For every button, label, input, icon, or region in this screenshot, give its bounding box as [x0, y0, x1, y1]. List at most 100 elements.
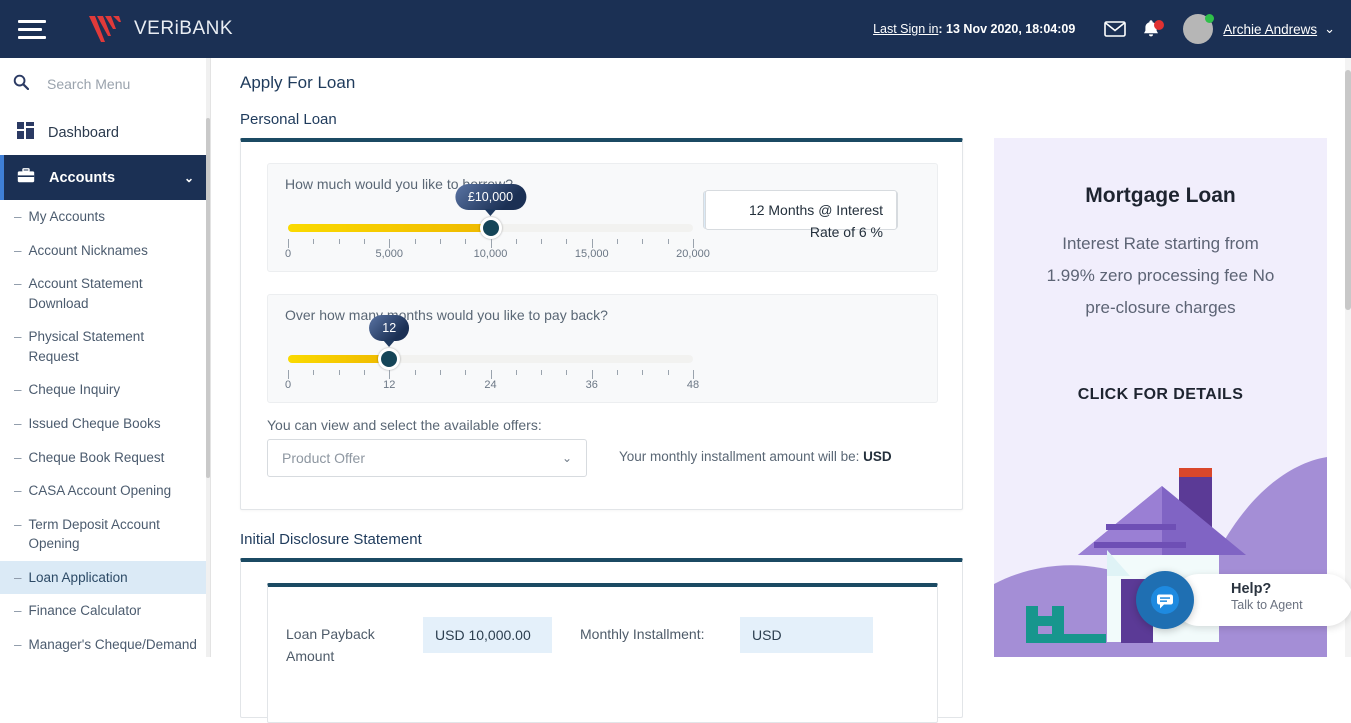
hamburger-line [18, 27, 42, 31]
sidebar-item-account-nicknames[interactable]: – Account Nicknames [0, 234, 210, 268]
sidebar-item-label: My Accounts [28, 209, 106, 224]
slider-major-tick [288, 370, 289, 379]
slider-handle[interactable] [378, 348, 401, 370]
slider-minor-tick [414, 370, 416, 375]
promo-title: Mortgage Loan [1085, 184, 1236, 207]
slider-major-tick [389, 239, 391, 248]
chevron-down-icon[interactable]: ⌄ [562, 451, 572, 465]
chat-help-subtitle: Talk to Agent [1231, 598, 1303, 612]
slider-tick-labels: 0 12 24 36 48 [285, 379, 699, 393]
bullet-dash-icon: – [14, 449, 22, 465]
notification-badge [1154, 20, 1165, 30]
slider-minor-tick [667, 239, 669, 244]
chat-help-pill[interactable]: Help? Talk to Agent [1173, 574, 1351, 626]
slider-minor-tick [439, 370, 441, 375]
sidebar-item-accounts[interactable]: Accounts ⌄ [0, 155, 210, 200]
sidebar-item-loan-application[interactable]: – Loan Application [0, 560, 210, 595]
slider-minor-tick [363, 239, 365, 244]
monthly-installment-prefix: Your monthly installment amount will be: [619, 449, 864, 464]
slider-tick-label: 24 [484, 379, 497, 391]
sidebar-item-dashboard[interactable]: Dashboard [0, 110, 210, 155]
search-icon[interactable] [13, 74, 30, 95]
sidebar-item-label: Finance Calculator [28, 603, 142, 619]
slider-minor-tick [313, 239, 315, 244]
last-signin-label: Last Sign in [873, 22, 939, 36]
username-label[interactable]: Archie Andrews [1223, 22, 1317, 37]
sidebar-item-account-statement-download[interactable]: – Account Statement Download [0, 267, 210, 320]
slider-minor-tick [338, 370, 340, 375]
monthly-installment-label: Monthly Installment: [580, 626, 705, 642]
slider-major-tick [389, 370, 391, 379]
months-interest-summary: 12 Months @ Interest Rate of 6 % [705, 190, 897, 240]
slider-tick-label: 0 [284, 248, 292, 260]
slider-minor-tick [439, 239, 441, 244]
sidebar-item-label: CASA Account Opening [28, 483, 172, 499]
initial-disclosure-inner-card: Loan Payback Amount USD 10,000.00 Monthl… [267, 583, 938, 723]
slider-tick-label: 5,000 [375, 248, 404, 260]
bullet-dash-icon: – [14, 516, 22, 532]
sidebar-item-term-deposit-account-opening[interactable]: – Term Deposit Account Opening [0, 508, 210, 561]
sidebar-item-my-accounts[interactable]: – My Accounts [0, 200, 210, 234]
header-right-cluster: Last Sign in: 13 Nov 2020, 18:04:09 Arch… [873, 11, 1351, 47]
sidebar-submenu: – My Accounts – Account Nicknames – Account S… [0, 200, 210, 657]
bullet-dash-icon: – [14, 242, 22, 258]
avatar-online-status-dot [1205, 14, 1215, 23]
chat-help-title: Help? [1231, 581, 1272, 597]
months-interest-line1: 12 Months @ Interest [748, 202, 883, 218]
sidebar-scrollbar-thumb[interactable] [206, 118, 210, 478]
hamburger-menu-icon[interactable] [18, 18, 46, 40]
page-title: Apply For Loan [240, 73, 356, 92]
brand-logo[interactable]: VERiBANK [89, 15, 233, 43]
sidebar-item-label: Account Statement Download [28, 276, 143, 311]
product-offer-selected-value: Product Offer [282, 450, 366, 466]
bullet-dash-icon: – [14, 276, 22, 292]
loan-payback-amount-label: Loan Payback Amount [286, 626, 375, 664]
slider-track-fill [288, 355, 390, 363]
sidebar-item-label: Loan Application [28, 569, 128, 585]
sidebar-item-casa-account-opening[interactable]: – CASA Account Opening [0, 474, 210, 508]
bullet-dash-icon: – [14, 329, 22, 345]
slider-tick-label: 20,000 [676, 248, 710, 260]
notification-bell-icon[interactable] [1133, 11, 1169, 47]
bullet-dash-icon: – [14, 209, 22, 224]
hamburger-line [18, 35, 46, 39]
promo-cta-link[interactable]: CLICK FOR DETAILS [994, 386, 1327, 404]
slider-tick-label: 10,000 [473, 248, 508, 260]
search-row [0, 58, 210, 110]
sidebar-item-cheque-inquiry[interactable]: – Cheque Inquiry [0, 373, 210, 407]
slider-track-fill [288, 224, 491, 232]
main-scrollbar-thumb[interactable] [1345, 70, 1351, 310]
slider-tick-label: 15,000 [574, 248, 609, 260]
bullet-dash-icon: – [14, 569, 22, 585]
slider-minor-tick [465, 370, 467, 375]
main-scrollbar-track[interactable] [1345, 58, 1351, 657]
sidebar-item-finance-calculator[interactable]: – Finance Calculator [0, 594, 210, 628]
chevron-down-icon[interactable]: ⌄ [1324, 21, 1335, 37]
search-input[interactable] [47, 76, 167, 92]
sidebar-item-manager-s-cheque-demand-draft[interactable]: –Manager's Cheque/Demand Draft [0, 628, 210, 657]
sidebar-item-label: Accounts [49, 169, 116, 186]
hamburger-line [18, 19, 46, 23]
offers-label: You can view and select the available of… [267, 417, 542, 433]
sidebar-item-issued-cheque-books[interactable]: – Issued Cheque Books [0, 407, 210, 441]
product-offer-select[interactable]: Product Offer ⌄ [267, 439, 587, 477]
slider-handle[interactable] [479, 217, 502, 239]
slider-tick-labels: 0 5,000 10,000 15,000 20,000 [284, 248, 710, 262]
slider-minor-tick [566, 239, 568, 244]
promo-body-text: Interest Rate starting from 1.99% zero p… [1046, 234, 1275, 317]
monthly-installment-value: USD [740, 617, 873, 653]
sidebar-item-cheque-book-request[interactable]: – Cheque Book Request [0, 441, 210, 475]
personal-loan-card: How much would you like to borrow? £10,0… [240, 138, 963, 510]
slider-major-tick [591, 239, 593, 248]
sidebar-item-label: Physical Statement Request [28, 329, 145, 364]
slider-minor-tick [363, 370, 365, 375]
sidebar-item-physical-statement-request[interactable]: – Physical Statement Request [0, 320, 210, 373]
chevron-down-icon[interactable]: ⌄ [184, 171, 194, 185]
sidebar-scrollbar-track[interactable] [206, 58, 210, 657]
slider-minor-tick [642, 370, 644, 375]
months-interest-line2: Rate of 6 % [809, 223, 883, 240]
mail-icon[interactable] [1097, 11, 1133, 47]
slider-major-tick [591, 370, 593, 379]
avatar[interactable] [1183, 14, 1215, 44]
chat-bubble-icon[interactable] [1136, 571, 1194, 629]
